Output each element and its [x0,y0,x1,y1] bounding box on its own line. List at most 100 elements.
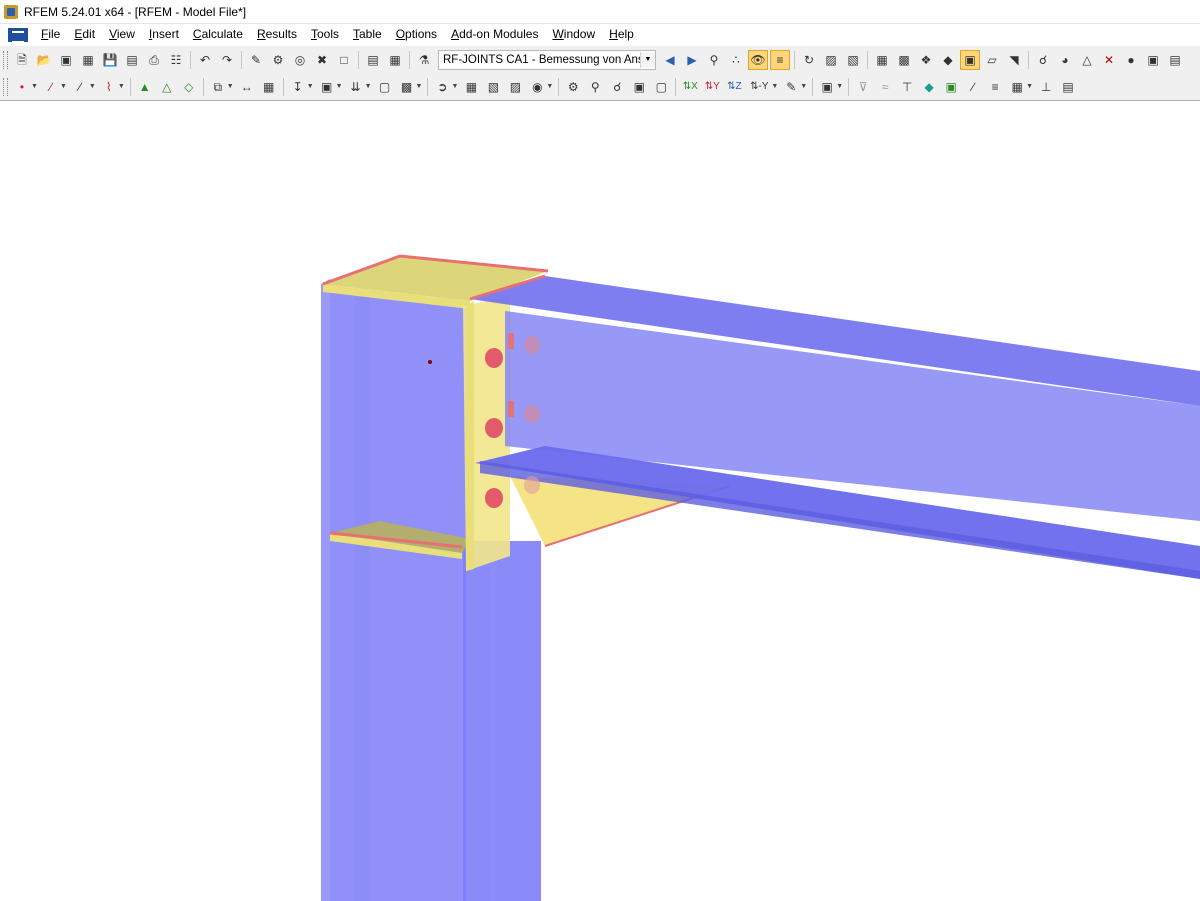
cube-view-icon[interactable]: ▣ [818,78,836,96]
model-viewport[interactable] [0,100,1200,901]
menu-table[interactable]: Table [346,24,389,45]
polyline-icon[interactable]: ⌇ [100,78,118,96]
chevron-down-icon[interactable]: ▼ [118,83,125,90]
bolt[interactable] [524,476,540,494]
support-icon[interactable]: ▲ [136,78,154,96]
surface-support-icon[interactable]: ◇ [180,78,198,96]
print-graphic-icon[interactable]: ☷ [167,51,185,69]
rib-icon[interactable]: ∕ [964,78,982,96]
chevron-down-icon[interactable]: ▼ [836,83,843,90]
foundation-icon[interactable]: ⊥ [1037,78,1055,96]
menu-help[interactable]: Help [602,24,641,45]
show-results-icon[interactable]: ✖ [313,51,331,69]
line-support-icon[interactable]: △ [158,78,176,96]
chevron-down-icon[interactable]: ▼ [546,83,553,90]
addon-module-icon[interactable]: ⚗ [415,51,433,69]
view-isometric-icon[interactable]: ◕ [1056,51,1074,69]
chevron-down-icon[interactable]: ▼ [451,83,458,90]
module-select[interactable]: RF-JOINTS CA1 - Bemessung von Ansch ▼ [438,49,656,70]
results-on-off-icon[interactable]: 👁 [748,49,768,70]
dimension-icon[interactable]: ↔ [238,78,256,96]
show-values-icon[interactable]: ⚲ [705,51,723,69]
color-icon[interactable]: ● [1122,51,1140,69]
guide-line-icon[interactable]: ▦ [260,78,278,96]
result-window-icon[interactable]: □ [335,51,353,69]
printout-report-icon[interactable]: ▤ [123,51,141,69]
open-project-icon[interactable]: ▣ [57,51,75,69]
surface-load-icon[interactable]: ▣ [318,78,336,96]
bolt[interactable] [524,336,540,354]
menu-window[interactable]: Window [545,24,602,45]
menu-options[interactable]: Options [389,24,444,45]
grid-icon[interactable]: ▦ [873,51,891,69]
display-options-icon[interactable]: ✎ [782,78,800,96]
menu-calculate[interactable]: Calculate [186,24,250,45]
member-icon[interactable]: ∕ [71,78,89,96]
delete-icon[interactable]: ✕ [1100,51,1118,69]
menu-insert[interactable]: Insert [142,24,186,45]
wireframe-icon[interactable]: ▱ [983,51,1001,69]
move-copy-icon[interactable]: ➲ [433,78,451,96]
chevron-down-icon[interactable]: ▼ [1026,83,1033,90]
table-view-icon[interactable]: ▤ [1059,78,1077,96]
chevron-down-icon[interactable]: ▼ [416,83,423,90]
view-y-icon[interactable]: ⇅ Y [703,78,721,96]
chevron-down-icon[interactable]: ▼ [800,83,807,90]
menu-edit[interactable]: Edit [67,24,102,45]
animation-icon[interactable]: ↻ [800,51,818,69]
rendering-icon[interactable]: ▣ [960,49,980,70]
snap-icon[interactable]: ▩ [895,51,913,69]
mesh-icon[interactable]: ▦ [462,78,480,96]
opening-icon[interactable]: ▩ [398,78,416,96]
load-icon[interactable]: ↧ [289,78,307,96]
table-icon[interactable]: ▤ [364,51,382,69]
window-layout-icon[interactable]: ▤ [1166,51,1184,69]
save-icon[interactable]: 💾 [101,51,119,69]
chevron-down-icon[interactable]: ▼ [31,83,38,90]
bolt[interactable] [485,418,503,438]
member-set-icon[interactable]: ▦ [1008,78,1026,96]
menu-tools[interactable]: Tools [304,24,346,45]
menu-addon-modules[interactable]: Add-on Modules [444,24,545,45]
mirror-icon[interactable]: △ [1078,51,1096,69]
mesh-generate-icon[interactable]: ▨ [506,78,524,96]
chevron-down-icon[interactable]: ▼ [89,83,96,90]
solid-icon[interactable]: ▢ [376,78,394,96]
chevron-down-icon[interactable]: ▼ [336,83,343,90]
print-icon[interactable]: ⎙ [145,51,163,69]
frame-icon[interactable]: ⊽ [854,78,872,96]
toolbar-grip[interactable] [3,77,8,96]
edit-load-cases-icon[interactable]: ✎ [247,51,265,69]
chevron-right-icon[interactable]: ▶ [683,51,701,69]
result-values-icon[interactable]: ∴ [727,51,745,69]
open-blocks-icon[interactable]: ▦ [79,51,97,69]
mesh-refine-icon[interactable]: ▧ [484,78,502,96]
menu-results[interactable]: Results [250,24,304,45]
toolbar-grip[interactable] [3,50,8,69]
redo-icon[interactable]: ↷ [218,51,236,69]
results-filter-icon[interactable]: ◉ [528,78,546,96]
save-view-icon[interactable]: ▣ [1144,51,1162,69]
node-icon[interactable]: • [13,78,31,96]
zoom-all-icon[interactable]: ☌ [608,78,626,96]
member-view-icon[interactable]: ❖ [917,51,935,69]
chevron-down-icon[interactable]: ▼ [771,83,778,90]
view-box-icon[interactable]: ▢ [652,78,670,96]
view-3d-icon[interactable]: ▣ [630,78,648,96]
settings-icon[interactable]: ⚙ [564,78,582,96]
calculate-all-icon[interactable]: ◎ [291,51,309,69]
view-minus-y-icon[interactable]: ⇅ -Y [747,78,771,96]
window-system-menu-icon[interactable] [8,27,28,43]
beam-icon[interactable]: ⊤ [898,78,916,96]
bolt[interactable] [524,405,540,423]
section-icon[interactable]: ◥ [1005,51,1023,69]
bolt[interactable] [485,348,503,368]
line-hinge-icon[interactable]: ≡ [986,78,1004,96]
chevron-down-icon[interactable]: ▼ [307,83,314,90]
result-numbers-icon[interactable]: ≡ [770,49,790,70]
surface-icon[interactable]: ◆ [920,78,938,96]
view-z-icon[interactable]: ⇅ Z [725,78,743,96]
menu-file[interactable]: File [34,24,67,45]
result-diagram-icon[interactable]: ▧ [844,51,862,69]
calculate-icon[interactable]: ⚙ [269,51,287,69]
